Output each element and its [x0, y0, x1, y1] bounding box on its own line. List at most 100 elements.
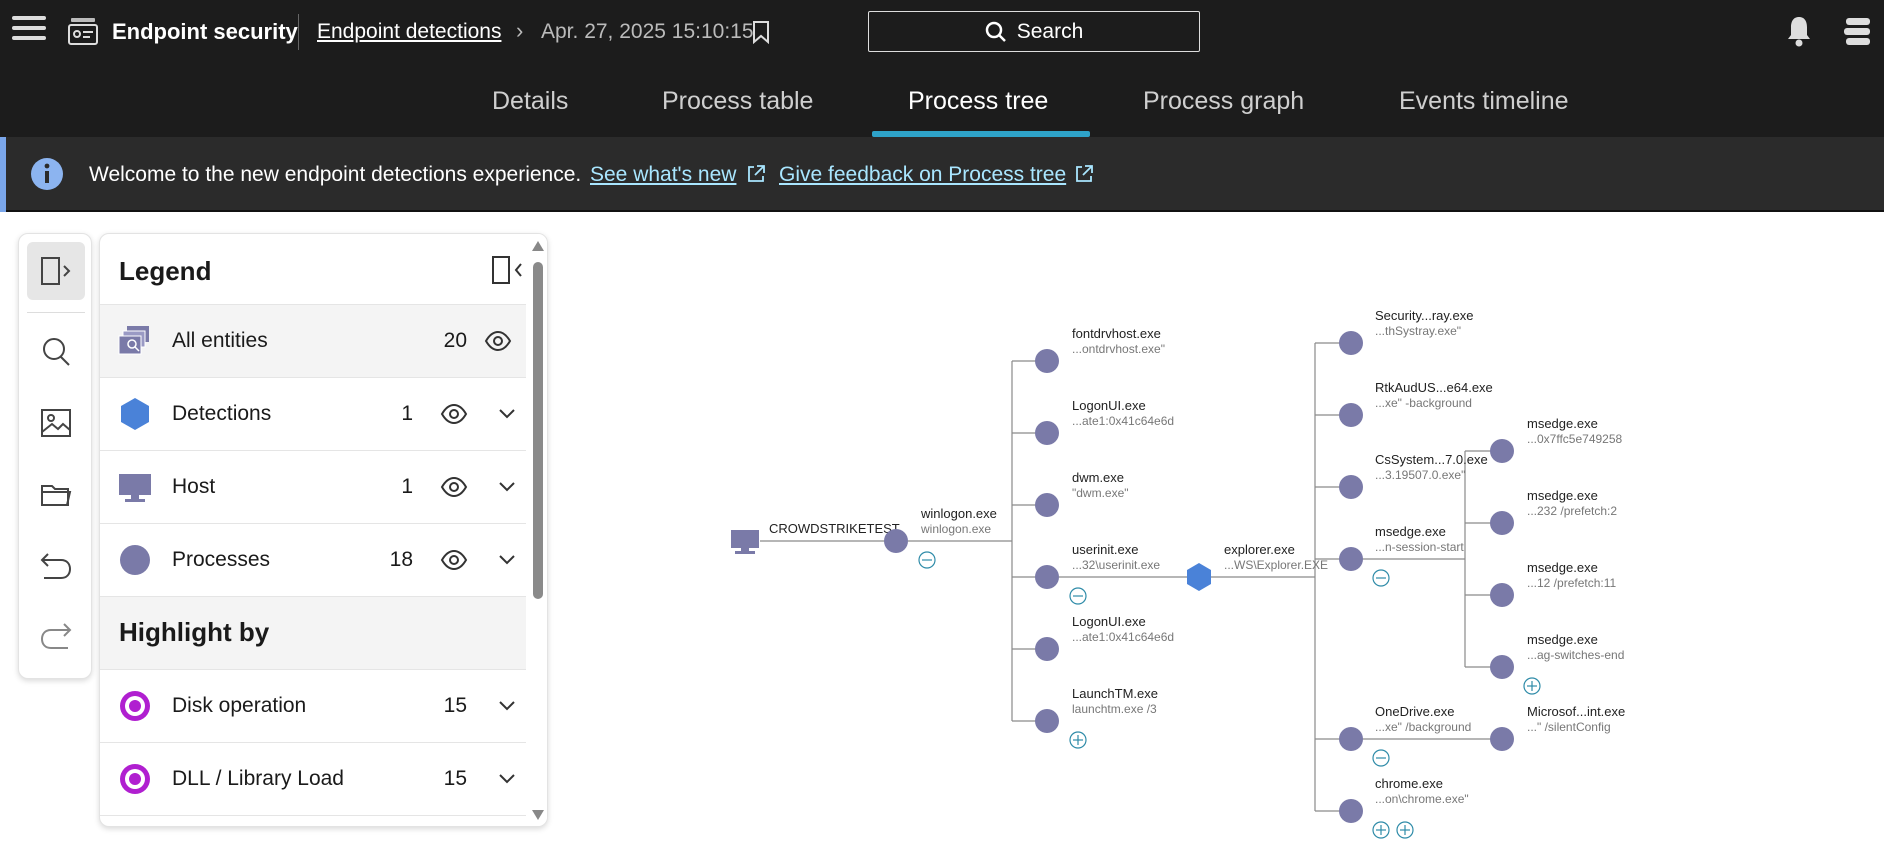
highlight-row-dll-library-load[interactable]: DLL / Library Load 15	[100, 743, 526, 816]
legend-count: 18	[389, 548, 413, 571]
expand-node-icon[interactable]	[1396, 821, 1414, 839]
process-name: LaunchTM.exe	[1072, 686, 1158, 701]
legend-row-all-entities[interactable]: All entities 20	[100, 305, 526, 378]
chevron-down-icon[interactable]	[498, 551, 516, 569]
process-cmd: ...WS\Explorer.EXE	[1224, 558, 1328, 572]
scroll-down-icon[interactable]	[531, 809, 545, 821]
tab-details[interactable]: Details	[492, 87, 568, 116]
process-node[interactable]	[1035, 493, 1059, 517]
process-node[interactable]	[1490, 439, 1514, 463]
legend-header: Legend	[100, 234, 526, 305]
all-entities-icon	[118, 326, 149, 355]
hamburger-menu-icon[interactable]	[12, 16, 46, 46]
process-name: winlogon.exe	[920, 506, 997, 521]
collapse-legend-icon[interactable]	[492, 255, 524, 285]
collapse-node-icon[interactable]	[1372, 569, 1390, 587]
tab-events-timeline[interactable]: Events timeline	[1399, 87, 1569, 116]
process-name: msedge.exe	[1527, 488, 1598, 503]
breadcrumb-endpoint-detections[interactable]: Endpoint detections	[317, 20, 501, 44]
process-node[interactable]	[1339, 547, 1363, 571]
tab-process-tree[interactable]: Process tree	[908, 87, 1048, 116]
process-cmd: ...232 /prefetch:2	[1527, 504, 1617, 518]
visibility-eye-icon[interactable]	[440, 476, 468, 498]
give-feedback-link[interactable]: Give feedback on Process tree	[779, 163, 1066, 187]
host-label: CROWDSTRIKETEST	[769, 521, 900, 536]
legend-row-detections[interactable]: Detections 1	[100, 378, 526, 451]
legend-count: 20	[443, 329, 467, 352]
process-node[interactable]	[1035, 421, 1059, 445]
search-icon[interactable]	[39, 335, 73, 369]
chevron-down-icon[interactable]	[498, 770, 516, 788]
process-node[interactable]	[1035, 349, 1059, 373]
expand-node-icon[interactable]	[1523, 677, 1541, 695]
legend-count: 1	[401, 475, 413, 498]
expand-node-icon[interactable]	[1372, 821, 1390, 839]
legend-label: All entities	[172, 329, 268, 352]
tab-process-table[interactable]: Process table	[662, 87, 813, 116]
notifications-bell-icon[interactable]	[1784, 14, 1814, 48]
highlight-title: Highlight by	[119, 617, 270, 647]
collapse-node-icon[interactable]	[918, 551, 936, 569]
collapse-node-icon[interactable]	[1372, 749, 1390, 767]
legend-panel: Legend All entities 20 Detections 1 Host…	[99, 233, 548, 827]
bookmark-icon[interactable]	[751, 20, 771, 44]
process-node[interactable]	[884, 529, 908, 553]
process-cmd: ...on\chrome.exe"	[1375, 792, 1469, 806]
tab-process-graph[interactable]: Process graph	[1143, 87, 1304, 116]
process-node[interactable]	[1035, 565, 1059, 589]
scroll-thumb[interactable]	[533, 262, 543, 599]
collapse-node-icon[interactable]	[1069, 587, 1087, 605]
legend-label: Processes	[172, 548, 271, 571]
process-node[interactable]	[1339, 475, 1363, 499]
legend-row-processes[interactable]: Processes 18	[100, 524, 526, 597]
visibility-eye-icon[interactable]	[440, 549, 468, 571]
host-node[interactable]	[731, 530, 759, 554]
highlight-row-disk-operation[interactable]: Disk operation 15	[100, 670, 526, 743]
chevron-down-icon[interactable]	[498, 697, 516, 715]
chevron-down-icon[interactable]	[498, 405, 516, 423]
process-node[interactable]	[1339, 799, 1363, 823]
process-cmd: ...n-session-start	[1375, 540, 1464, 554]
image-icon[interactable]	[39, 406, 73, 440]
process-name: msedge.exe	[1375, 524, 1446, 539]
process-name: fontdrvhost.exe	[1072, 326, 1161, 341]
process-node[interactable]	[1490, 583, 1514, 607]
process-node[interactable]	[1490, 727, 1514, 751]
process-node[interactable]	[1339, 727, 1363, 751]
redo-icon[interactable]	[39, 618, 73, 652]
scroll-up-icon[interactable]	[531, 240, 545, 252]
see-whats-new-link[interactable]: See what's new	[590, 163, 736, 187]
legend-scrollbar[interactable]	[526, 234, 547, 826]
external-link-icon	[748, 165, 765, 182]
process-cmd: ...xe" /background	[1375, 720, 1471, 734]
process-node[interactable]	[1490, 655, 1514, 679]
process-node[interactable]	[1339, 331, 1363, 355]
chevron-down-icon[interactable]	[498, 478, 516, 496]
process-node[interactable]	[1035, 709, 1059, 733]
legend-row-host[interactable]: Host 1	[100, 451, 526, 524]
legend-title: Legend	[119, 256, 212, 286]
process-cmd: "dwm.exe"	[1072, 486, 1129, 500]
folder-icon[interactable]	[39, 477, 73, 511]
undo-icon[interactable]	[39, 548, 73, 582]
process-name: LogonUI.exe	[1072, 614, 1146, 629]
search-button[interactable]: Search	[868, 11, 1200, 52]
highlight-label: DLL / Library Load	[172, 767, 344, 790]
process-node[interactable]	[1035, 637, 1059, 661]
visibility-eye-icon[interactable]	[484, 330, 512, 352]
panel-toggle-icon[interactable]	[39, 254, 73, 288]
process-cmd: ...ate1:0x41c64e6d	[1072, 630, 1174, 644]
visibility-eye-icon[interactable]	[440, 403, 468, 425]
process-node[interactable]	[1339, 403, 1363, 427]
process-tree-graph[interactable]: CROWDSTRIKETEST winlogon.exe winlogon.ex…	[560, 212, 1884, 847]
target-icon	[120, 691, 150, 721]
endpoint-app-icon	[68, 18, 98, 45]
legend-label: Host	[172, 475, 216, 498]
highlight-count: 15	[443, 694, 467, 717]
highlight-count: 15	[443, 767, 467, 790]
expand-node-icon[interactable]	[1069, 731, 1087, 749]
detection-node[interactable]	[1187, 563, 1211, 591]
process-name: userinit.exe	[1072, 542, 1138, 557]
user-menu-icon[interactable]	[1843, 16, 1873, 48]
process-node[interactable]	[1490, 511, 1514, 535]
